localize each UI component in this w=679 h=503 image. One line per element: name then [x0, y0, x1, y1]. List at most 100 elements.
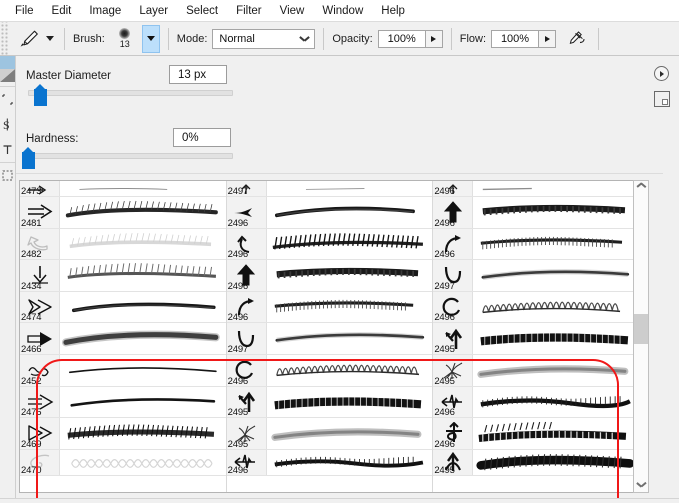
brush-list-item[interactable]: 2495	[226, 386, 433, 419]
crop-tool-button[interactable]	[0, 87, 15, 112]
brush-list-item[interactable]: 2496	[226, 449, 433, 476]
brush-number: 2496	[434, 186, 455, 197]
brush-picker-dropdown-button[interactable]	[141, 24, 160, 53]
brush-list-item[interactable]: 2496	[226, 354, 433, 387]
tool-preset-dropdown-caret[interactable]	[46, 36, 54, 41]
brush-list-item[interactable]: 2434	[20, 260, 226, 292]
scroll-up-button[interactable]	[634, 181, 648, 196]
brush-number: 2475	[21, 407, 42, 419]
master-diameter-slider-thumb[interactable]	[34, 84, 47, 106]
opacity-input[interactable]: 100%	[377, 29, 426, 48]
scrollbar-thumb[interactable]	[634, 314, 648, 344]
brush-list-item[interactable]: 2496	[226, 260, 433, 292]
brush-list-item[interactable]: 2482	[20, 228, 226, 261]
stroke-fine-comb-fade	[274, 299, 413, 313]
paintbrush-tool-button[interactable]	[15, 27, 43, 51]
stroke-chain-link-dark	[478, 421, 627, 443]
hardness-slider-track[interactable]	[28, 153, 233, 159]
brush-list-item[interactable]: 2496	[433, 386, 640, 419]
menu-item-select[interactable]: Select	[177, 2, 227, 20]
brush-list-item[interactable]: 2495	[226, 418, 433, 450]
type-tool-button[interactable]	[0, 137, 15, 162]
options-bar-grip[interactable]	[0, 22, 9, 55]
brush-list-item[interactable]: 2475	[20, 386, 226, 419]
brush-number: 2473	[21, 186, 42, 197]
stroke-speckled-dark-line	[480, 395, 632, 408]
menu-item-window[interactable]: Window	[313, 2, 372, 20]
brush-stroke-preview	[266, 449, 433, 475]
hardness-slider-thumb[interactable]	[22, 147, 35, 169]
chevron-down-icon	[637, 482, 645, 487]
brush-list-item[interactable]: 2473	[20, 181, 226, 197]
brush-list-item[interactable]: 2495	[433, 449, 640, 476]
brush-list-item[interactable]: 2496	[433, 418, 640, 450]
stroke-soft-grey-blur	[271, 428, 422, 442]
brush-list-item[interactable]: 2452	[20, 354, 226, 387]
menu-item-layer[interactable]: Layer	[130, 2, 177, 20]
master-diameter-label: Master Diameter	[26, 70, 111, 82]
brush-list[interactable]: 2473 2481 2482 2434 2474 2466 2452 2475 …	[19, 180, 641, 493]
menu-item-file[interactable]: File	[6, 2, 43, 20]
menu-item-help[interactable]: Help	[372, 2, 414, 20]
brush-thumbnail: 2496	[433, 386, 474, 418]
flow-input[interactable]: 100%	[491, 29, 540, 48]
brush-list-item[interactable]: 2470	[20, 449, 226, 476]
brush-preview-thumbnail[interactable]: 13	[111, 24, 139, 54]
type-t-icon	[3, 145, 12, 154]
brush-thumbnail: 2497	[226, 323, 267, 354]
brush-list-item[interactable]: 2496	[433, 228, 640, 261]
brush-number: 2469	[21, 438, 42, 450]
crop-icon	[2, 94, 13, 105]
brush-thumbnail: 2495	[226, 386, 267, 418]
brush-list-item[interactable]: 2466	[20, 323, 226, 355]
brush-list-scrollbar[interactable]	[633, 180, 649, 493]
brush-list-item[interactable]: 2495	[433, 323, 640, 355]
brush-list-item[interactable]: 2496	[433, 197, 640, 229]
brush-thumbnail: 2496	[226, 354, 267, 387]
menu-item-image[interactable]: Image	[80, 2, 130, 20]
stroke-thick-comb-block	[276, 268, 418, 279]
blend-mode-select[interactable]: Normal	[212, 28, 316, 49]
panel-dock-button[interactable]	[654, 91, 670, 107]
brush-list-item[interactable]: 2496	[226, 228, 433, 261]
brush-list-item[interactable]: 2495	[433, 354, 640, 387]
brush-list-item[interactable]: 2497	[226, 181, 433, 197]
brush-thumbnail: 2495	[433, 323, 474, 354]
brush-thumbnail: 2496	[226, 449, 267, 475]
brush-list-item[interactable]: 2497	[226, 323, 433, 355]
master-diameter-slider-track[interactable]	[28, 90, 233, 96]
brush-list-item[interactable]: 2497	[433, 260, 640, 292]
marquee-tool-button[interactable]	[0, 163, 15, 188]
brush-thumbnail: 2497	[433, 260, 474, 291]
brush-thumbnail: 2434	[20, 260, 60, 291]
stroke-soft-thin-taper	[481, 269, 630, 281]
airbrush-toggle-button[interactable]	[564, 27, 590, 51]
scroll-down-button[interactable]	[634, 477, 648, 492]
scrollbar-track[interactable]	[634, 196, 648, 477]
panel-menu-icon	[660, 70, 664, 77]
brush-thumbnail: 2495	[433, 449, 474, 475]
brush-list-item[interactable]: 2496	[226, 197, 433, 229]
brush-list-item[interactable]: 2481	[20, 197, 226, 229]
brush-list-item[interactable]: 2474	[20, 291, 226, 324]
master-diameter-input[interactable]: 13 px	[169, 65, 227, 84]
hardness-input[interactable]: 0%	[173, 128, 231, 147]
gradient-swatch-icon[interactable]	[0, 56, 15, 86]
brush-list-item[interactable]: 2469	[20, 418, 226, 450]
menu-item-edit[interactable]: Edit	[43, 2, 81, 20]
menu-item-view[interactable]: View	[271, 2, 314, 20]
brush-list-item[interactable]: 2496	[433, 181, 640, 197]
brush-number: 2496	[227, 375, 249, 387]
menu-item-filter[interactable]: Filter	[227, 2, 271, 20]
brush-list-item[interactable]: 2496	[433, 291, 640, 324]
brush-stroke-preview	[266, 386, 433, 418]
flow-stepper-button[interactable]	[539, 29, 557, 48]
text-tool-button[interactable]: S	[0, 112, 15, 137]
brush-list-item[interactable]: 2496	[226, 291, 433, 324]
opacity-stepper-button[interactable]	[425, 29, 443, 48]
brush-number: 2496	[227, 249, 249, 261]
dollar-sign-icon: S	[3, 118, 10, 131]
panel-menu-button[interactable]	[654, 66, 669, 81]
active-tool-group	[9, 27, 56, 51]
brush-thumbnail: 2496	[433, 228, 474, 260]
